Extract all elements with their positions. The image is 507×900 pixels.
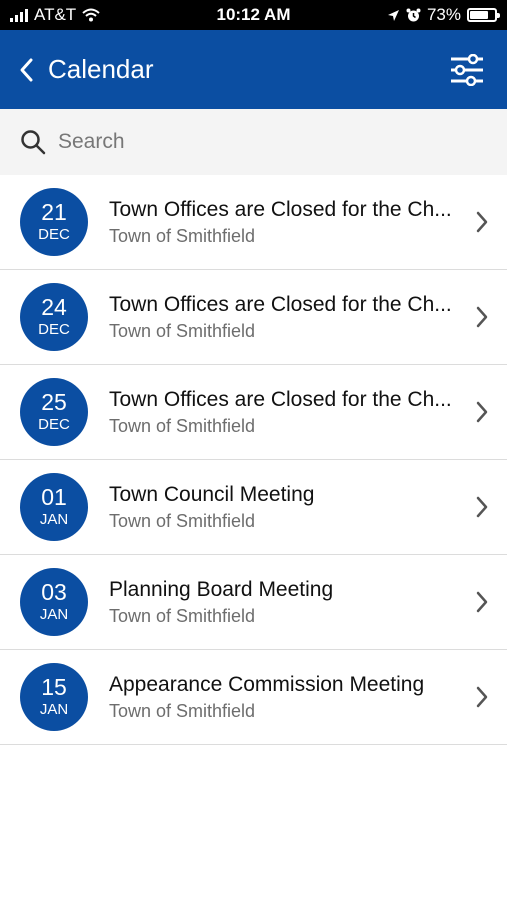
date-day: 21 [41,199,67,225]
event-text: Planning Board Meeting Town of Smithfield [109,578,467,627]
date-month: DEC [38,416,70,433]
carrier-label: AT&T [34,5,77,24]
date-badge: 25 DEC [20,378,88,446]
event-title: Appearance Commission Meeting [109,672,425,696]
page-title: Calendar [48,54,154,84]
event-title: Planning Board Meeting [109,577,334,601]
date-badge: 15 JAN [20,663,88,731]
nav-bar: Calendar [0,30,507,109]
event-organizer: Town of Smithfield [109,225,256,246]
chevron-right-icon [475,305,489,329]
date-month: DEC [38,321,70,338]
date-month: JAN [39,606,69,623]
event-organizer: Town of Smithfield [109,320,256,341]
event-title: Town Offices are Closed for the Ch... [109,387,452,411]
event-list-item[interactable]: 21 DEC Town Offices are Closed for the Ch.… [0,175,507,270]
event-list-item[interactable]: 15 JAN Appearance Commission Meeting Town o… [0,650,507,745]
chevron-right-icon [475,590,489,614]
event-title: Town Offices are Closed for the Ch... [109,197,452,221]
event-title: Town Council Meeting [109,482,315,506]
battery-icon [467,8,500,22]
event-text: Town Offices are Closed for the Ch... Tow… [109,293,467,342]
event-list: 21 DEC Town Offices are Closed for the Ch.… [0,175,507,745]
chevron-right-icon [475,400,489,424]
date-day: 25 [41,389,67,415]
event-list-item[interactable]: 01 JAN Town Council Meeting Town of Smithfi… [0,460,507,555]
event-text: Town Council Meeting Town of Smithfield [109,483,467,532]
date-day: 24 [41,294,67,320]
chevron-right-icon [475,685,489,709]
battery-percent: 73% [426,5,461,24]
date-month: JAN [39,701,69,718]
date-badge: 03 JAN [20,568,88,636]
event-list-item[interactable]: 24 DEC Town Offices are Closed for the Ch.… [0,270,507,365]
status-right: 73% [387,5,500,25]
event-organizer: Town of Smithfield [109,700,256,721]
chevron-right-icon [475,210,489,234]
date-badge: 21 DEC [20,188,88,256]
event-text: Appearance Commission Meeting Town of Smi… [109,673,467,722]
event-text: Town Offices are Closed for the Ch... Tow… [109,388,467,437]
date-day: 03 [41,579,67,605]
chevron-left-icon [18,57,34,83]
date-month: JAN [39,511,69,528]
date-badge: 01 JAN [20,473,88,541]
date-month: DEC [38,226,70,243]
event-organizer: Town of Smithfield [109,415,256,436]
wifi-icon [82,8,100,22]
alarm-icon [406,8,421,23]
event-title: Town Offices are Closed for the Ch... [109,292,452,316]
filter-button[interactable] [449,53,485,86]
status-left: AT&T [10,5,100,25]
signal-icon [10,8,28,22]
status-bar: AT&T 10:12 AM 73% [0,0,507,30]
event-organizer: Town of Smithfield [109,605,256,626]
event-organizer: Town of Smithfield [109,510,256,531]
back-button[interactable]: Calendar [18,54,154,85]
chevron-right-icon [475,495,489,519]
event-list-item[interactable]: 25 DEC Town Offices are Closed for the Ch.… [0,365,507,460]
sliders-icon [449,53,485,86]
event-text: Town Offices are Closed for the Ch... Tow… [109,198,467,247]
date-day: 01 [41,484,67,510]
event-list-item[interactable]: 03 JAN Planning Board Meeting Town of Smith… [0,555,507,650]
date-day: 15 [41,674,67,700]
location-icon [387,9,400,22]
search-bar [0,109,507,175]
search-icon [20,129,46,155]
date-badge: 24 DEC [20,283,88,351]
search-input[interactable] [58,130,458,154]
